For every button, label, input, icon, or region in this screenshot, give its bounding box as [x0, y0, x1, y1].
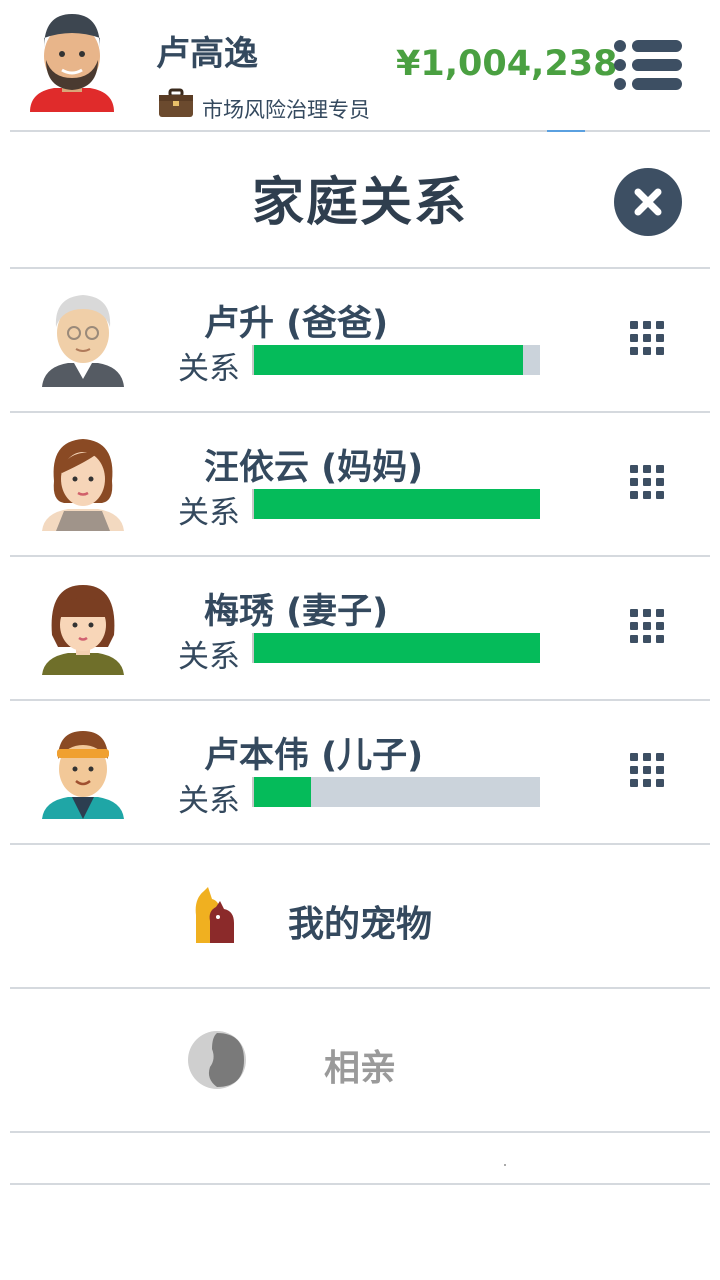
divider: [10, 1131, 710, 1133]
family-member-row: 汪依云 (妈妈) 关系: [10, 413, 710, 557]
boy-avatar-icon: [42, 731, 124, 819]
grid-menu-icon[interactable]: [630, 609, 664, 643]
woman-avatar-icon: [42, 439, 124, 531]
relation-bar-fill: [254, 777, 312, 807]
member-name: 梅琇 (妻子): [204, 592, 389, 632]
user-job-title: 市场风险治理专员: [202, 98, 370, 122]
relation-bar: [252, 489, 540, 519]
relation-bar-fill: [254, 345, 523, 375]
relation-label: 关系: [178, 639, 240, 675]
briefcase-icon: [159, 88, 193, 117]
relation-bar: [252, 777, 540, 807]
close-icon: [634, 188, 662, 216]
relation-label: 关系: [178, 351, 240, 387]
page-title: 家庭关系: [251, 173, 468, 233]
blind-date-label: 相亲: [323, 1048, 396, 1089]
blind-date-button[interactable]: 相亲: [10, 989, 710, 1131]
grid-menu-icon[interactable]: [630, 753, 664, 787]
relation-label: 关系: [178, 783, 240, 819]
decorative-dot: [504, 1164, 506, 1166]
header-accent: [547, 130, 585, 132]
user-name: 卢高逸: [156, 34, 258, 74]
family-member-row: 卢本伟 (儿子) 关系: [10, 701, 710, 845]
divider: [10, 1183, 710, 1185]
relation-bar-fill: [254, 489, 540, 519]
money-balance: ¥1,004,238: [396, 44, 618, 84]
user-avatar-icon: [30, 14, 114, 112]
relation-label: 关系: [178, 495, 240, 531]
my-pets-label: 我的宠物: [287, 904, 432, 945]
family-member-row: 卢升 (爸爸) 关系: [10, 269, 710, 413]
menu-icon[interactable]: [612, 38, 684, 92]
relation-bar: [252, 633, 540, 663]
header-divider: [10, 130, 710, 132]
member-name: 卢本伟 (儿子): [204, 736, 424, 776]
grid-menu-icon[interactable]: [630, 321, 664, 355]
my-pets-button[interactable]: 我的宠物: [10, 845, 710, 987]
close-button[interactable]: [614, 168, 682, 236]
relation-bar: [252, 345, 540, 375]
member-name: 卢升 (爸爸): [204, 304, 389, 344]
relation-bar-fill: [254, 633, 540, 663]
profile-header: 卢高逸 市场风险治理专员 ¥1,004,238: [0, 0, 720, 132]
grid-menu-icon[interactable]: [630, 465, 664, 499]
family-member-row: 梅琇 (妻子) 关系: [10, 557, 710, 701]
wife-avatar-icon: [42, 585, 124, 675]
grandpa-avatar-icon: [42, 295, 124, 387]
member-name: 汪依云 (妈妈): [204, 448, 424, 488]
